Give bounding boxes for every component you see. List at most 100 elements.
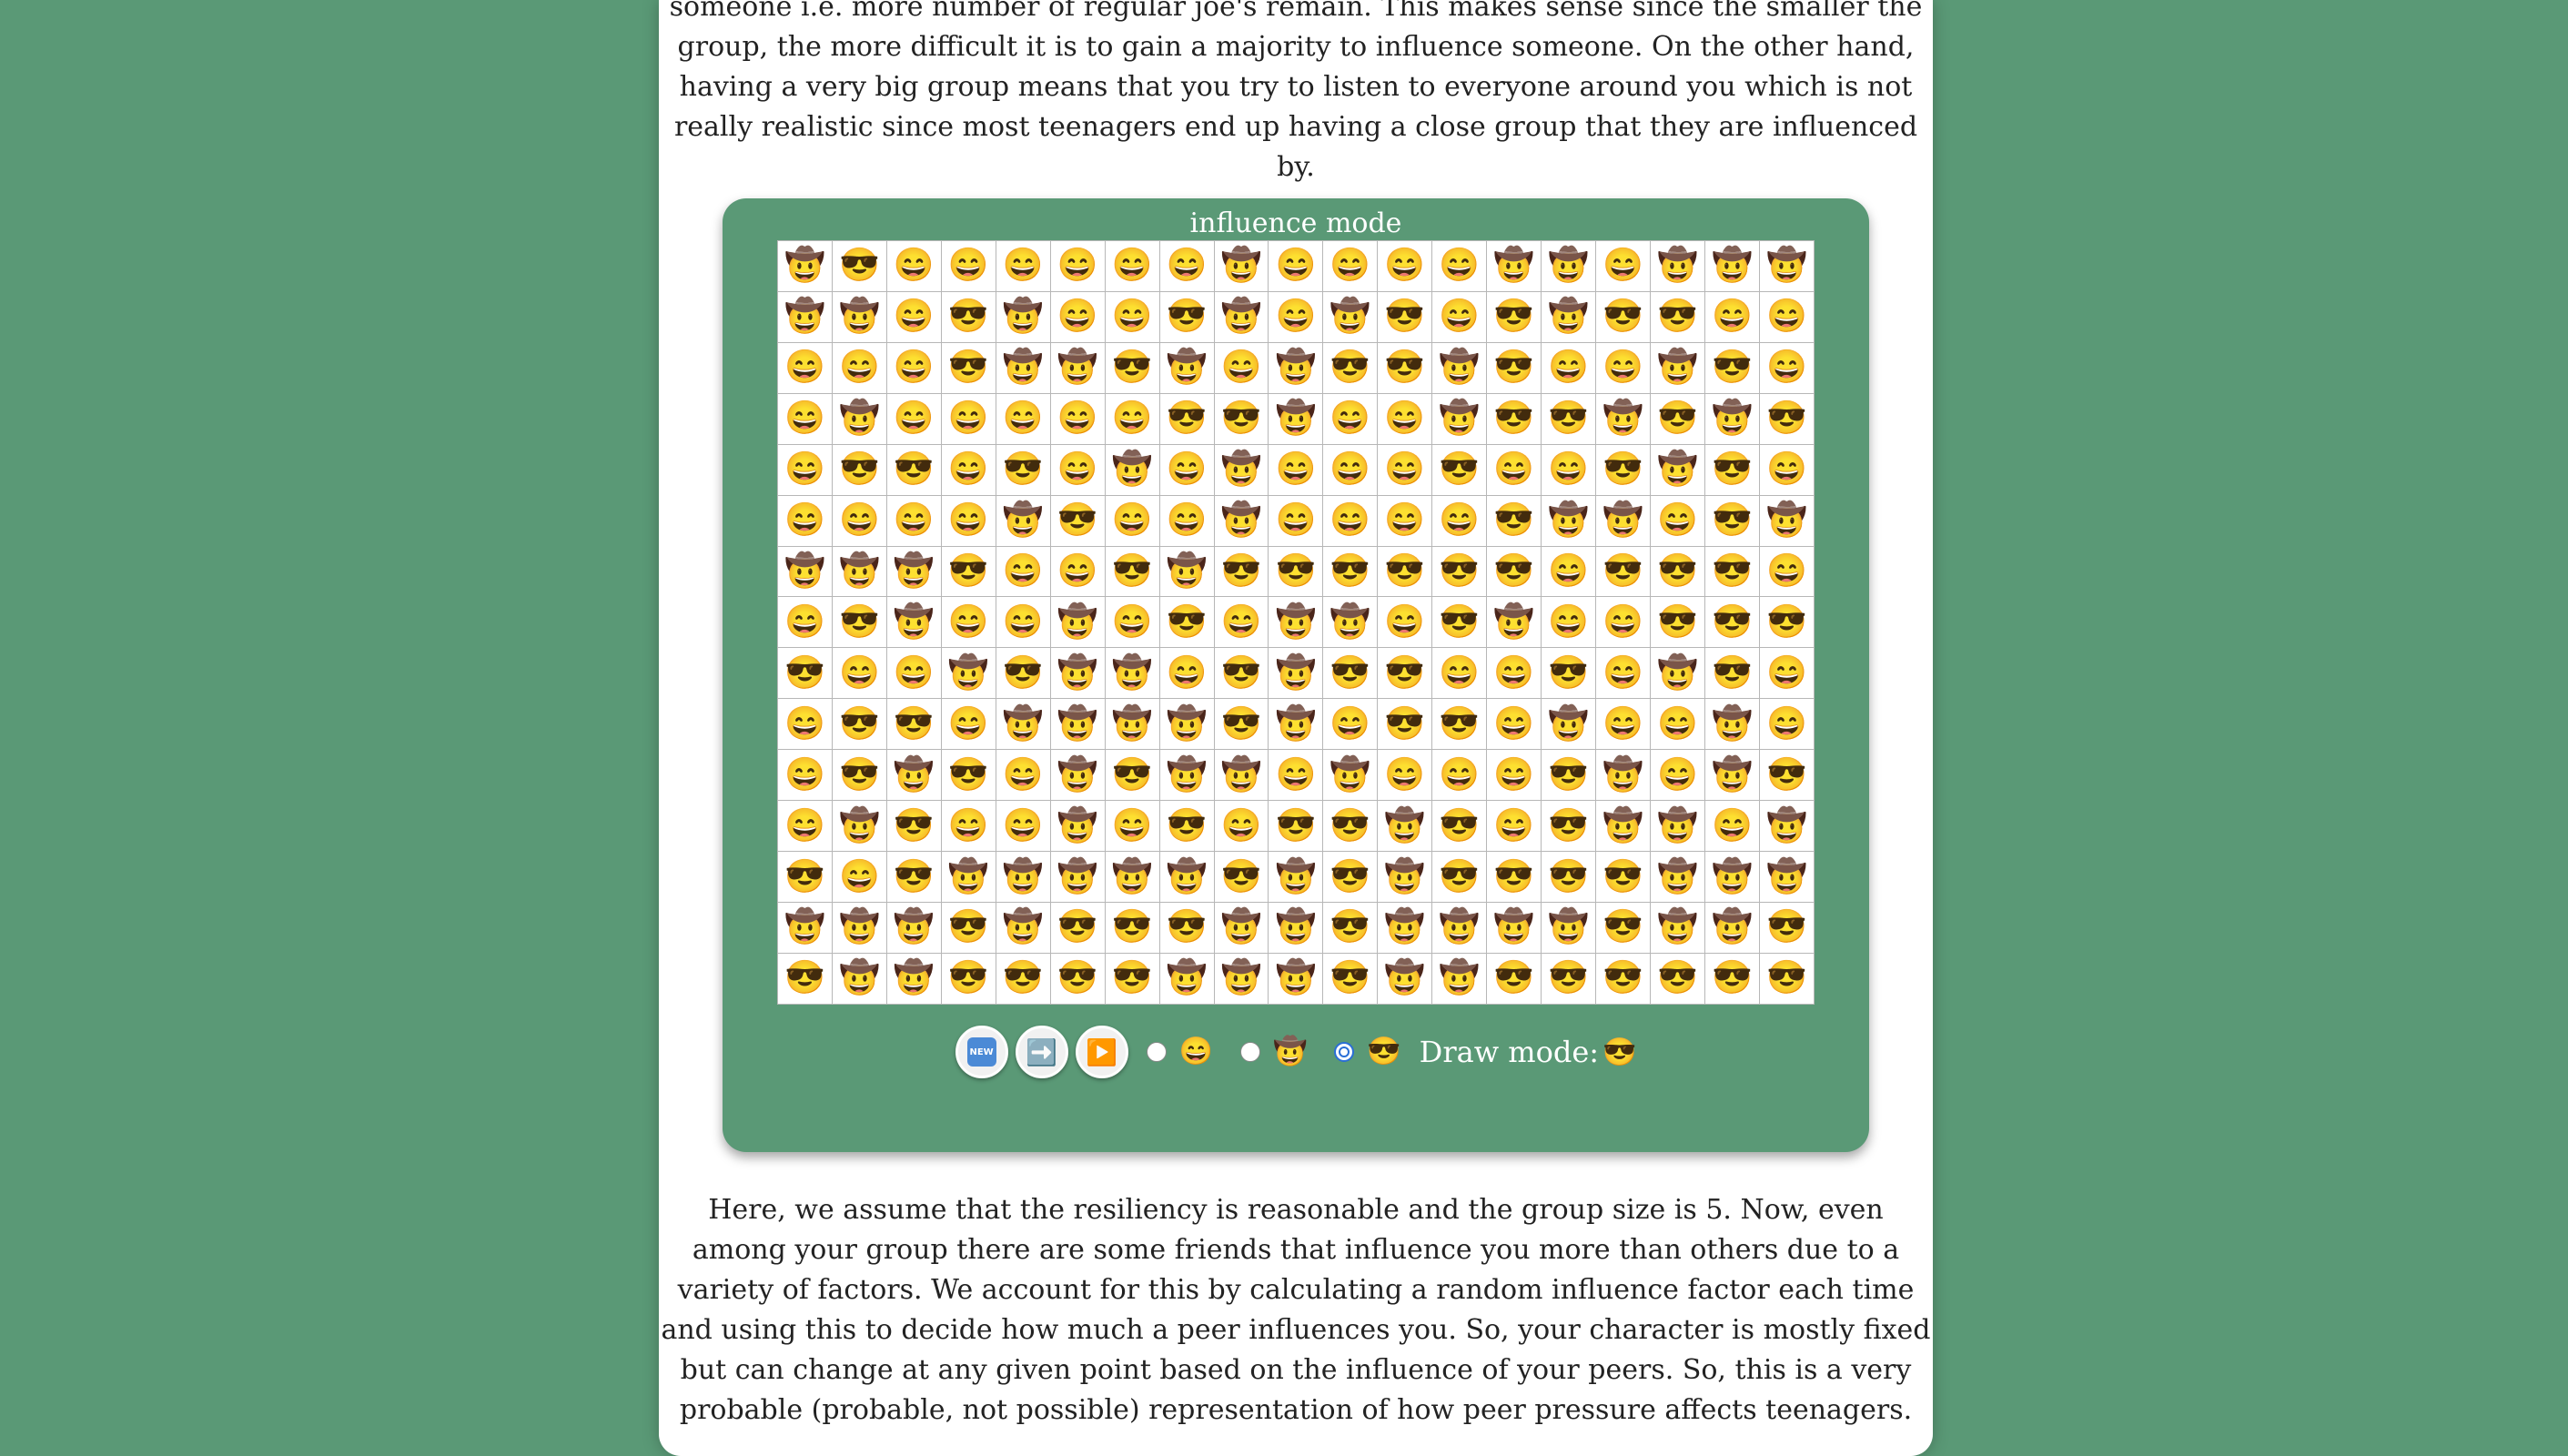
happy-cell[interactable]: 😄 — [940, 800, 996, 853]
sunglasses-cell[interactable]: 😎 — [995, 647, 1051, 700]
sunglasses-cell[interactable]: 😎 — [1595, 545, 1651, 598]
cowboy-cell[interactable]: 🤠 — [1268, 341, 1324, 394]
cowboy-cell[interactable]: 🤠 — [1486, 240, 1542, 292]
sunglasses-cell[interactable]: 😎 — [1268, 545, 1324, 598]
sunglasses-cell[interactable]: 😎 — [1377, 341, 1433, 394]
happy-cell[interactable]: 😄 — [1049, 290, 1106, 343]
radio-happy[interactable] — [1146, 1042, 1167, 1062]
sunglasses-cell[interactable]: 😎 — [940, 749, 996, 802]
cowboy-cell[interactable]: 🤠 — [1595, 749, 1651, 802]
happy-cell[interactable]: 😄 — [1758, 545, 1815, 598]
sunglasses-cell[interactable]: 😎 — [1104, 952, 1160, 1006]
sunglasses-cell[interactable]: 😎 — [1431, 596, 1488, 649]
cowboy-cell[interactable]: 🤠 — [1268, 698, 1324, 751]
cowboy-cell[interactable]: 🤠 — [831, 901, 887, 954]
sunglasses-cell[interactable]: 😎 — [1486, 952, 1542, 1006]
happy-cell[interactable]: 😄 — [777, 698, 833, 751]
happy-cell[interactable]: 😄 — [1377, 596, 1433, 649]
happy-cell[interactable]: 😄 — [885, 341, 942, 394]
happy-cell[interactable]: 😄 — [1322, 698, 1379, 751]
cowboy-cell[interactable]: 🤠 — [831, 290, 887, 343]
cowboy-cell[interactable]: 🤠 — [1704, 749, 1760, 802]
cowboy-cell[interactable]: 🤠 — [1650, 901, 1705, 954]
play-button[interactable]: ▶️ — [1075, 1026, 1128, 1078]
sunglasses-cell[interactable]: 😎 — [885, 851, 942, 903]
cowboy-cell[interactable]: 🤠 — [831, 545, 887, 598]
happy-cell[interactable]: 😄 — [1595, 240, 1651, 292]
cowboy-cell[interactable]: 🤠 — [1704, 240, 1760, 292]
happy-cell[interactable]: 😄 — [1704, 290, 1760, 343]
happy-cell[interactable]: 😄 — [831, 341, 887, 394]
cowboy-cell[interactable]: 🤠 — [885, 596, 942, 649]
happy-cell[interactable]: 😄 — [1431, 494, 1488, 547]
sunglasses-cell[interactable]: 😎 — [1650, 545, 1705, 598]
happy-cell[interactable]: 😄 — [995, 392, 1051, 445]
sunglasses-cell[interactable]: 😎 — [940, 545, 996, 598]
happy-cell[interactable]: 😄 — [940, 240, 996, 292]
cowboy-cell[interactable]: 🤠 — [1158, 952, 1215, 1006]
cowboy-cell[interactable]: 🤠 — [1213, 494, 1269, 547]
happy-cell[interactable]: 😄 — [1104, 240, 1160, 292]
cowboy-cell[interactable]: 🤠 — [1104, 851, 1160, 903]
cowboy-cell[interactable]: 🤠 — [1650, 443, 1705, 496]
happy-cell[interactable]: 😄 — [1268, 494, 1324, 547]
happy-cell[interactable]: 😄 — [1104, 800, 1160, 853]
sunglasses-cell[interactable]: 😎 — [1268, 800, 1324, 853]
happy-cell[interactable]: 😄 — [1322, 392, 1379, 445]
cowboy-cell[interactable]: 🤠 — [1758, 851, 1815, 903]
sunglasses-cell[interactable]: 😎 — [1104, 545, 1160, 598]
sunglasses-cell[interactable]: 😎 — [1595, 952, 1651, 1006]
happy-cell[interactable]: 😄 — [831, 851, 887, 903]
cowboy-cell[interactable]: 🤠 — [1486, 596, 1542, 649]
sunglasses-cell[interactable]: 😎 — [1758, 901, 1815, 954]
cowboy-cell[interactable]: 🤠 — [1268, 952, 1324, 1006]
sunglasses-cell[interactable]: 😎 — [1322, 800, 1379, 853]
sunglasses-cell[interactable]: 😎 — [1213, 392, 1269, 445]
cowboy-cell[interactable]: 🤠 — [777, 901, 833, 954]
happy-cell[interactable]: 😄 — [940, 698, 996, 751]
cowboy-cell[interactable]: 🤠 — [1377, 952, 1433, 1006]
happy-cell[interactable]: 😄 — [831, 494, 887, 547]
happy-cell[interactable]: 😄 — [1268, 749, 1324, 802]
sunglasses-cell[interactable]: 😎 — [1704, 494, 1760, 547]
cowboy-cell[interactable]: 🤠 — [885, 545, 942, 598]
cowboy-cell[interactable]: 🤠 — [995, 341, 1051, 394]
cowboy-cell[interactable]: 🤠 — [1541, 290, 1597, 343]
cowboy-cell[interactable]: 🤠 — [995, 851, 1051, 903]
cowboy-cell[interactable]: 🤠 — [1486, 901, 1542, 954]
cowboy-cell[interactable]: 🤠 — [995, 290, 1051, 343]
sunglasses-cell[interactable]: 😎 — [777, 851, 833, 903]
happy-cell[interactable]: 😄 — [777, 800, 833, 853]
cowboy-cell[interactable]: 🤠 — [1704, 392, 1760, 445]
sunglasses-cell[interactable]: 😎 — [831, 240, 887, 292]
cowboy-cell[interactable]: 🤠 — [1650, 851, 1705, 903]
happy-cell[interactable]: 😄 — [1486, 749, 1542, 802]
sunglasses-cell[interactable]: 😎 — [1650, 596, 1705, 649]
cowboy-cell[interactable]: 🤠 — [1758, 240, 1815, 292]
cowboy-cell[interactable]: 🤠 — [1268, 647, 1324, 700]
happy-cell[interactable]: 😄 — [1758, 290, 1815, 343]
cowboy-cell[interactable]: 🤠 — [1541, 698, 1597, 751]
sunglasses-cell[interactable]: 😎 — [1595, 290, 1651, 343]
sunglasses-cell[interactable]: 😎 — [1595, 443, 1651, 496]
sunglasses-cell[interactable]: 😎 — [995, 952, 1051, 1006]
happy-cell[interactable]: 😄 — [1158, 443, 1215, 496]
cowboy-cell[interactable]: 🤠 — [1158, 851, 1215, 903]
happy-cell[interactable]: 😄 — [995, 240, 1051, 292]
happy-cell[interactable]: 😄 — [885, 494, 942, 547]
radio-cowboy[interactable] — [1239, 1042, 1260, 1062]
sunglasses-cell[interactable]: 😎 — [1758, 749, 1815, 802]
sunglasses-cell[interactable]: 😎 — [1595, 851, 1651, 903]
happy-cell[interactable]: 😄 — [1104, 392, 1160, 445]
cowboy-cell[interactable]: 🤠 — [1377, 851, 1433, 903]
happy-cell[interactable]: 😄 — [1377, 392, 1433, 445]
sunglasses-cell[interactable]: 😎 — [1158, 800, 1215, 853]
cowboy-cell[interactable]: 🤠 — [1213, 749, 1269, 802]
sunglasses-cell[interactable]: 😎 — [1104, 341, 1160, 394]
sunglasses-cell[interactable]: 😎 — [1541, 800, 1597, 853]
sunglasses-cell[interactable]: 😎 — [885, 443, 942, 496]
emoji-grid[interactable]: 🤠 😎 😄 😄 😄 😄 😄 😄 🤠 😄 😄 😄 😄 🤠 🤠 😄 🤠 🤠 🤠 🤠 🤠 😄 😎 🤠 😄 😄 😎 🤠 😄 🤠 😎 😄 😎 🤠 😎 😎 😄 😄 😄 😄… — [777, 240, 1815, 1006]
happy-cell[interactable]: 😄 — [885, 240, 942, 292]
sunglasses-cell[interactable]: 😎 — [1650, 952, 1705, 1006]
happy-cell[interactable]: 😄 — [1486, 647, 1542, 700]
